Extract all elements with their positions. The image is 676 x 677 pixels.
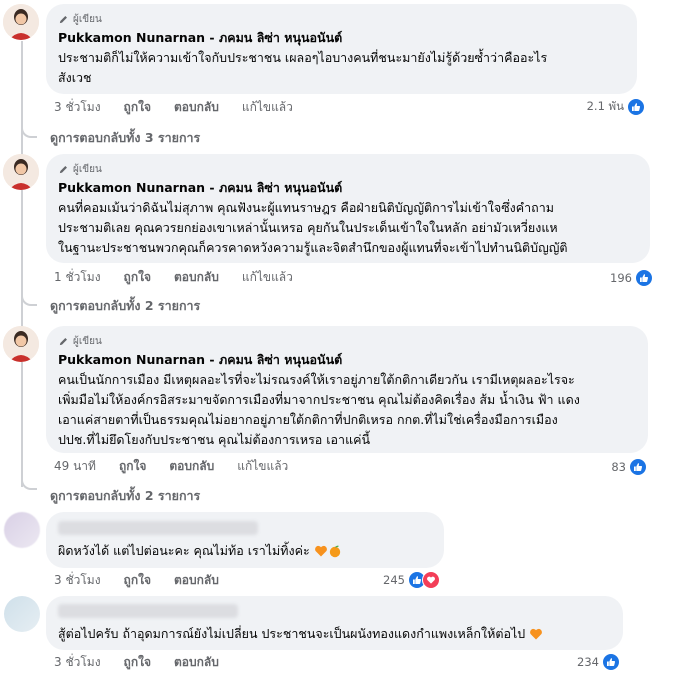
badge-label: ผู้เขียน <box>73 335 102 347</box>
reaction-summary[interactable]: 196 <box>610 268 653 288</box>
timestamp[interactable]: 1 ชั่วโมง <box>54 268 101 287</box>
reaction-count: 234 <box>577 655 599 669</box>
thumbs-up-icon <box>635 269 653 287</box>
avatar[interactable] <box>3 154 39 190</box>
pen-icon <box>59 165 67 173</box>
avatar[interactable] <box>4 512 40 548</box>
orange-heart-emoji <box>314 545 327 557</box>
like-button[interactable]: ถูกใจ <box>124 98 151 117</box>
reaction-summary[interactable]: 83 <box>611 457 647 477</box>
edited-label: แก้ไขแล้ว <box>241 269 293 284</box>
author-badge: ผู้เขียน <box>58 12 625 26</box>
view-replies-link[interactable]: ดูการตอบกลับทั้ง 2 รายการ <box>50 296 200 316</box>
like-button[interactable]: ถูกใจ <box>124 571 151 590</box>
comment-bubble: สู้ต่อไปครับ ถ้าอุดมการณ์ยังไม่เปลี่ยน ป… <box>46 596 623 650</box>
comment-text-line: สังเวช <box>58 70 92 85</box>
comment-text-line: เอาแค่สายตาที่เป็นธรรมคุณไม่อยากอยู่ภายใ… <box>58 412 558 427</box>
author-badge: ผู้เขียน <box>58 334 636 348</box>
comment-text-line: เพิ่มมือไม่ให้องค์กรอิสระมาขจัดการเมืองท… <box>58 392 580 407</box>
thumbs-up-icon <box>627 98 645 116</box>
comment-text-line: คนที่คอมเม้นว่าดิฉันไม่สุภาพ คุณฟังนะผู้… <box>58 200 554 215</box>
like-button[interactable]: ถูกใจ <box>124 268 151 287</box>
edited-label: แก้ไขแล้ว <box>237 458 289 473</box>
reply-button[interactable]: ตอบกลับ <box>174 653 219 672</box>
comment-author[interactable]: Pukkamon Nunarnan - ภคมน ลิซ่า หนุนอนันต… <box>58 29 625 47</box>
comment-text: ผิดหวังได้ แต่ไปต่อนะคะ คุณไม่ท้อ เราไม่… <box>58 541 432 560</box>
comment-text-line: คนเป็นนักการเมือง มีเหตุผลอะไรที่จะไม่รณ… <box>58 372 575 387</box>
like-button[interactable]: ถูกใจ <box>124 653 151 672</box>
comment-bubble: ผู้เขียน Pukkamon Nunarnan - ภคมน ลิซ่า … <box>46 154 650 263</box>
tangerine-emoji <box>329 545 340 558</box>
reaction-summary[interactable]: 2.1 พัน <box>587 97 645 117</box>
pen-icon <box>59 337 67 345</box>
reaction-count: 2.1 พัน <box>586 99 624 113</box>
thumbs-up-icon <box>601 653 620 671</box>
heart-icon <box>421 571 440 589</box>
comment-actions: 3 ชั่วโมง ถูกใจ ตอบกลับ <box>54 653 242 671</box>
reply-button[interactable]: ตอบกลับ <box>174 98 219 117</box>
comment-actions: 49 นาที ถูกใจ ตอบกลับ แก้ไขแล้ว <box>54 457 311 475</box>
comment-actions: 1 ชั่วโมง ถูกใจ ตอบกลับ แก้ไขแล้ว <box>54 268 316 286</box>
reaction-count: 245 <box>383 573 405 587</box>
comment-author[interactable]: Pukkamon Nunarnan - ภคมน ลิซ่า หนุนอนันต… <box>58 351 636 369</box>
comment-bubble: ผู้เขียน Pukkamon Nunarnan - ภคมน ลิซ่า … <box>46 4 637 94</box>
comment-text-line: ประชามติเลย คุณควรยกย่องเขาเหล่านั้นเหรอ… <box>58 220 558 235</box>
avatar[interactable] <box>4 596 40 632</box>
comment-actions: 3 ชั่วโมง ถูกใจ ตอบกลับ แก้ไขแล้ว <box>54 98 316 116</box>
comment-author[interactable]: Pukkamon Nunarnan - ภคมน ลิซ่า หนุนอนันต… <box>58 179 638 197</box>
comment-text-line: ในฐานะประชาชนพวกคุณก็ควรคาดหวังความรู้แล… <box>58 240 568 255</box>
badge-label: ผู้เขียน <box>73 163 102 175</box>
reply-connector <box>21 476 37 490</box>
reaction-count: 196 <box>610 271 632 285</box>
edited-label: แก้ไขแล้ว <box>241 99 293 114</box>
reaction-summary[interactable]: 245 <box>383 570 440 590</box>
comment-text: สู้ต่อไปครับ ถ้าอุดมการณ์ยังไม่เปลี่ยน ป… <box>58 624 611 643</box>
thread-line <box>21 41 23 487</box>
comment-actions: 3 ชั่วโมง ถูกใจ ตอบกลับ <box>54 571 242 589</box>
comment-text-line: ปปช.ที่ไม่ยึดโยงกับประชาชน คุณไม่ต้องการ… <box>58 432 371 447</box>
pen-icon <box>59 15 67 23</box>
view-replies-link[interactable]: ดูการตอบกลับทั้ง 2 รายการ <box>50 486 200 506</box>
timestamp[interactable]: 49 นาที <box>54 457 96 476</box>
comment-bubble: ผู้เขียน Pukkamon Nunarnan - ภคมน ลิซ่า … <box>46 326 648 453</box>
avatar[interactable] <box>3 326 39 362</box>
badge-label: ผู้เขียน <box>73 13 102 25</box>
reply-connector <box>21 124 37 138</box>
view-replies-link[interactable]: ดูการตอบกลับทั้ง 3 รายการ <box>50 128 200 148</box>
orange-heart-emoji <box>530 628 543 640</box>
reply-button[interactable]: ตอบกลับ <box>174 571 219 590</box>
comment-bubble: ผิดหวังได้ แต่ไปต่อนะคะ คุณไม่ท้อ เราไม่… <box>46 512 444 568</box>
reply-connector <box>21 292 37 306</box>
timestamp[interactable]: 3 ชั่วโมง <box>54 571 101 590</box>
reply-button[interactable]: ตอบกลับ <box>174 268 219 287</box>
thumbs-up-icon <box>629 458 647 476</box>
comment-text-line: ประชามติก็ไม่ให้ความเข้าใจกับประชาชน เผล… <box>58 50 548 65</box>
avatar[interactable] <box>3 4 39 40</box>
redacted-author-name <box>58 521 258 535</box>
redacted-author-name <box>58 604 238 618</box>
timestamp[interactable]: 3 ชั่วโมง <box>54 653 101 672</box>
like-button[interactable]: ถูกใจ <box>119 457 146 476</box>
author-badge: ผู้เขียน <box>58 162 638 176</box>
reaction-count: 83 <box>611 460 626 474</box>
reaction-summary[interactable]: 234 <box>577 652 620 672</box>
reply-button[interactable]: ตอบกลับ <box>169 457 214 476</box>
timestamp[interactable]: 3 ชั่วโมง <box>54 98 101 117</box>
